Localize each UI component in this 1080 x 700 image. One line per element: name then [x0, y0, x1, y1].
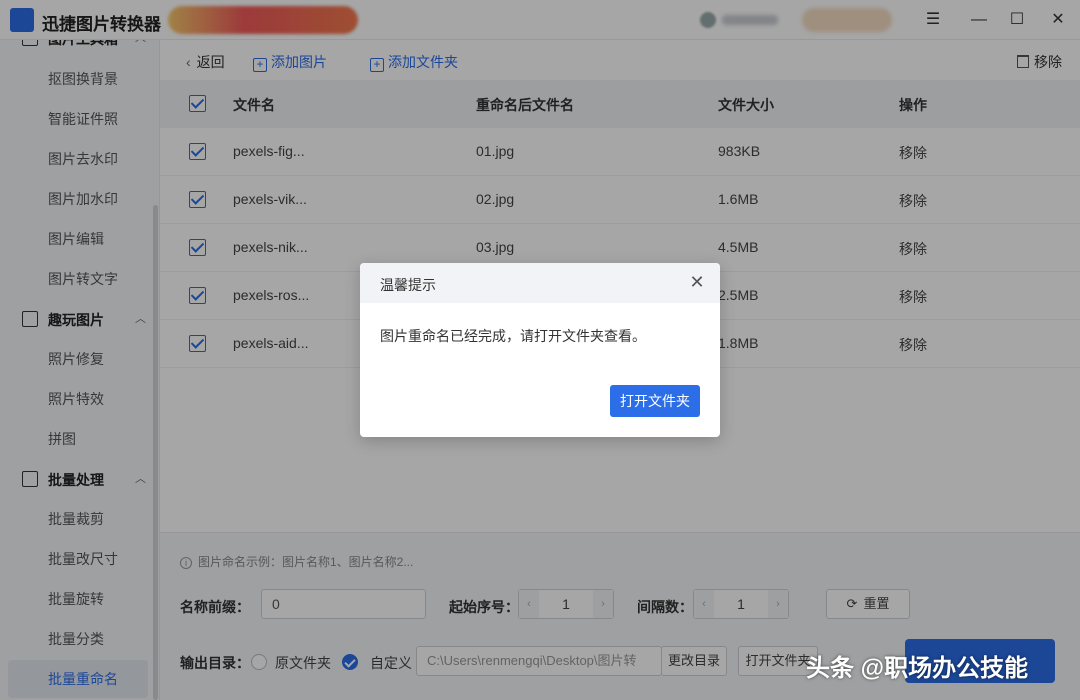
open-folder-dialog-button[interactable]: 打开文件夹 — [610, 385, 700, 417]
dialog-header: 温馨提示 ✕ — [360, 263, 720, 303]
dialog-title: 温馨提示 — [380, 277, 436, 293]
notice-dialog: 温馨提示 ✕ 图片重命名已经完成，请打开文件夹查看。 打开文件夹 — [360, 263, 720, 437]
dialog-close-icon[interactable]: ✕ — [686, 271, 708, 293]
dialog-message: 图片重命名已经完成，请打开文件夹查看。 — [380, 328, 646, 344]
watermark-text: 头条 @职场办公技能 — [806, 655, 1029, 682]
